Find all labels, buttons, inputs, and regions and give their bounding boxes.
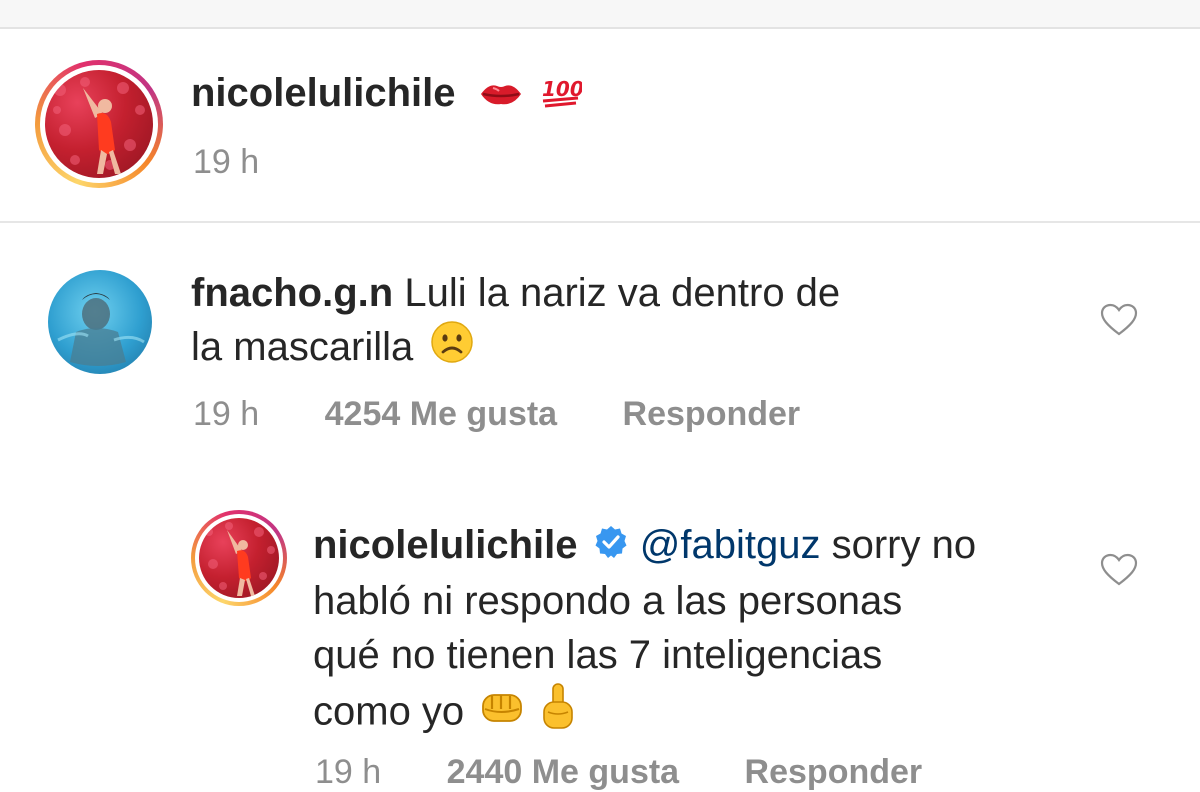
reply-like-heart-icon[interactable] [1100,553,1138,592]
divider [0,221,1200,223]
frowning-face-icon [430,320,474,378]
comment-likes-count[interactable]: 4254 Me gusta [325,395,557,433]
reply-mention-link[interactable]: @fabitguz [640,523,821,567]
comment-timestamp: 19 h [193,395,260,433]
comment-reply-button[interactable]: Responder [623,395,801,433]
reply-timestamp: 19 h [315,753,382,791]
comment-line2: la mascarilla [191,325,414,369]
kiss-mark-icon [479,68,523,122]
comment-line1: Luli la nariz va dentro de [404,271,841,315]
point-up-icon [538,682,578,746]
comment-meta: 19 h 4254 Me gusta Responder [193,395,800,434]
reply-avatar[interactable] [191,510,287,606]
hundred-points-icon: 100 [540,68,584,122]
comment-like-heart-icon[interactable] [1100,303,1138,342]
commenter-username[interactable]: fnacho.g.n [191,271,393,315]
reply-likes-count[interactable]: 2440 Me gusta [447,753,679,791]
reply-username[interactable]: nicolelulichile [313,523,578,567]
comment-text: fnacho.g.n Luli la nariz va dentro de la… [191,266,1011,378]
verified-badge-icon [593,520,629,574]
commenter-avatar[interactable] [48,270,152,374]
top-header-strip [0,0,1200,29]
fist-icon [479,687,525,741]
reply-avatar-photo [199,518,279,598]
caption-timestamp: 19 h [193,143,260,181]
caption-avatar-photo [45,70,153,178]
caption-text: nicolelulichile 100 [191,66,584,122]
reply-text: nicolelulichile @fabitguz sorry no habló… [313,518,1093,746]
reply-meta: 19 h 2440 Me gusta Responder [315,753,922,792]
reply-line1-rest: sorry no [831,523,977,567]
reply-line3: qué no tienen las 7 inteligencias [313,633,883,678]
caption-avatar[interactable] [35,60,163,188]
reply-line2: habló ni respondo a las personas [313,579,903,624]
caption-username[interactable]: nicolelulichile [191,71,456,115]
reply-reply-button[interactable]: Responder [745,753,923,791]
reply-line4: como yo [313,690,465,734]
